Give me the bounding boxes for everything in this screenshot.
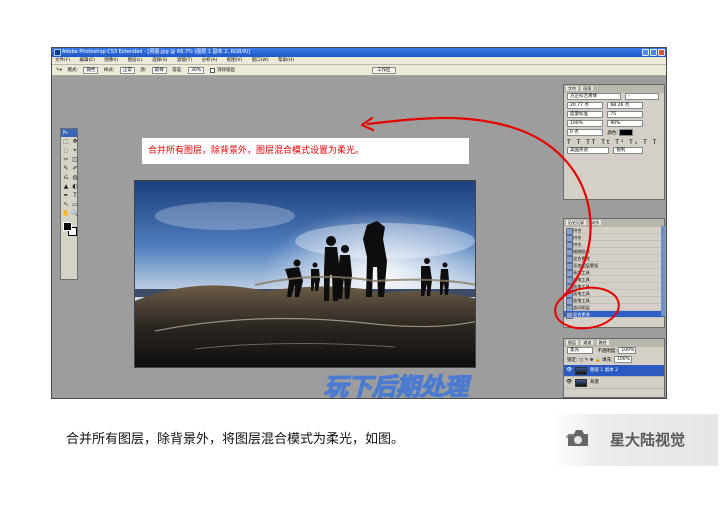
annotation-arrow-line [366,116,592,302]
brand-logo: 星大陆视觉 [550,414,718,466]
caption: 合并所有图层，除背景外，将图层混合模式为柔光，如图。 [66,432,405,447]
annotation-highlight-ellipse [554,286,620,330]
brand-name: 星大陆视觉 [610,431,686,449]
camera-icon [566,430,588,446]
